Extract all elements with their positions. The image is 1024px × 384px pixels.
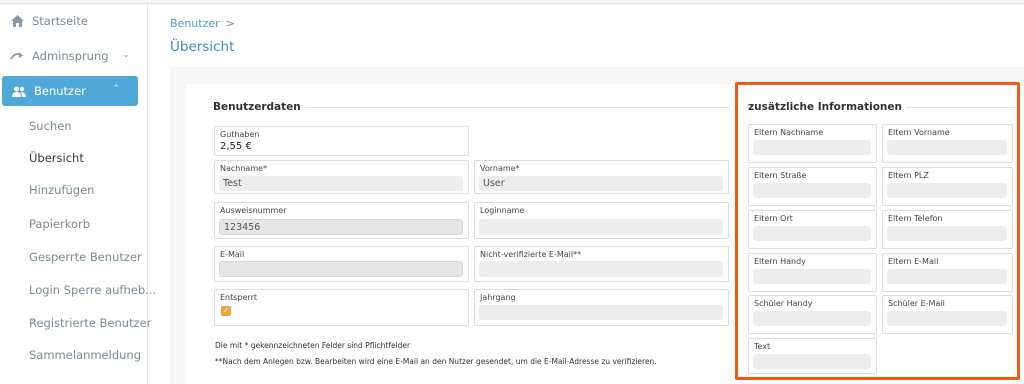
entsperrt-checkbox[interactable]: ✓	[221, 306, 231, 316]
loginname-field: Loginname	[474, 202, 729, 239]
sidebar-subitem-suchen[interactable]: Suchen	[29, 119, 72, 133]
breadcrumb: Benutzer >	[170, 17, 235, 30]
field-label: Nachname*	[220, 164, 268, 173]
sidebar-subitem-registrierte-benutzer[interactable]: Registrierte Benutzer	[29, 316, 151, 330]
sidebar-item-label: Benutzer	[34, 84, 86, 98]
field-label: Guthaben	[220, 130, 260, 139]
sidebar-subitem-sammelanmeldung[interactable]: Sammelanmeldung	[29, 348, 141, 362]
home-icon	[10, 14, 24, 28]
field-label: E-Mail	[220, 250, 245, 259]
verification-note: **Nach dem Anlegen bzw. Bearbeiten wird …	[215, 357, 657, 366]
sidebar-item-label: Startseite	[32, 14, 88, 28]
field-label: Ausweisnummer	[220, 206, 287, 215]
jahrgang-input[interactable]	[479, 305, 723, 320]
sidebar-item-startseite[interactable]: Startseite	[0, 6, 148, 36]
field-label: Entsperrt	[220, 293, 258, 302]
field-label: Nicht-verifizierte E-Mail**	[480, 250, 582, 259]
email-input[interactable]	[219, 261, 463, 277]
guthaben-field: Guthaben 2,55 €	[214, 126, 469, 156]
page-title: Übersicht	[170, 39, 235, 55]
guthaben-value: 2,55 €	[220, 141, 252, 152]
sidebar-subitem-gesperrte-benutzer[interactable]: Gesperrte Benutzer	[29, 250, 142, 264]
fieldset-legend-benutzerdaten: Benutzerdaten	[213, 101, 305, 113]
vorname-input[interactable]: User	[479, 176, 723, 191]
chevron-down-icon: ⌄	[122, 50, 130, 60]
sidebar-item-adminsprung[interactable]: Adminsprung ⌄	[0, 41, 148, 71]
nicht-verifizierte-email-input[interactable]	[479, 261, 723, 277]
nachname-field: Nachname* Test	[214, 160, 469, 194]
sidebar-item-label: Adminsprung	[32, 49, 109, 63]
email-field: E-Mail	[214, 246, 469, 282]
users-icon	[12, 84, 26, 98]
sidebar-subitem-papierkorb[interactable]: Papierkorb	[29, 217, 90, 231]
nachname-input[interactable]: Test	[219, 176, 463, 191]
ausweisnummer-field: Ausweisnummer 123456	[214, 202, 469, 239]
breadcrumb-link-benutzer[interactable]: Benutzer	[170, 17, 220, 30]
ausweisnummer-input[interactable]: 123456	[219, 219, 463, 235]
highlight-box	[735, 82, 1020, 380]
sidebar-subitem-login-sperre[interactable]: Login Sperre aufheb...	[29, 283, 156, 297]
field-label: Jahrgang	[480, 293, 516, 302]
loginname-input[interactable]	[479, 219, 723, 235]
sidebar-item-benutzer[interactable]: Benutzer ⌃	[2, 76, 138, 106]
jahrgang-field: Jahrgang	[474, 289, 729, 326]
sidebar-subitem-uebersicht[interactable]: Übersicht	[29, 151, 84, 165]
field-label: Vorname*	[480, 164, 520, 173]
entsperrt-field: Entsperrt ✓	[214, 289, 469, 326]
field-label: Loginname	[480, 206, 525, 215]
nicht-verifizierte-email-field: Nicht-verifizierte E-Mail**	[474, 246, 729, 282]
top-bar	[0, 0, 1024, 4]
sidebar-subitem-hinzufuegen[interactable]: Hinzufügen	[29, 183, 94, 197]
vorname-field: Vorname* User	[474, 160, 729, 194]
sidebar: Startseite Adminsprung ⌄ Benutzer ⌃ Such…	[0, 4, 156, 384]
required-note: Die mit * gekennzeichneten Felder sind P…	[215, 341, 411, 350]
chevron-up-icon: ⌃	[112, 84, 120, 94]
breadcrumb-separator: >	[225, 17, 235, 30]
jump-arrow-icon	[10, 49, 24, 63]
